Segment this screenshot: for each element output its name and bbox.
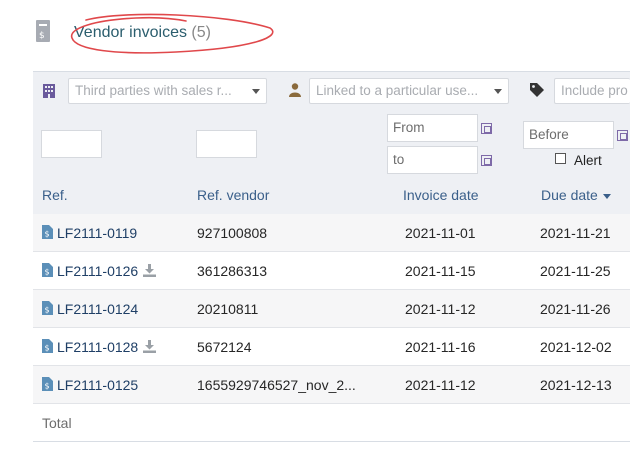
invoice-doc-icon[interactable]: $ (42, 301, 53, 315)
tag-filter-select[interactable]: Include pro (554, 78, 630, 104)
building-icon (43, 84, 55, 98)
invoice-doc-icon[interactable]: $ (42, 377, 53, 391)
user-filter-select[interactable]: Linked to a particular use... (309, 78, 509, 104)
invoice-doc-icon[interactable]: $ (42, 263, 53, 277)
invoice-ref-link[interactable]: LF2111-0126 (57, 263, 138, 279)
invoice-doc-icon[interactable]: $ (42, 225, 53, 239)
calendar-icon[interactable] (481, 155, 492, 166)
ref-vendor-cell: 927100808 (197, 225, 268, 241)
column-due-date[interactable]: Due date (541, 187, 611, 203)
alert-label: Alert (574, 153, 602, 168)
invoice-ref-link[interactable]: LF2111-0119 (57, 225, 137, 241)
thirdparty-filter-select[interactable]: Third parties with sales r... (68, 78, 267, 104)
ref-vendor-cell: 20210811 (197, 301, 259, 317)
invoice-date-cell: 2021-11-15 (405, 263, 476, 279)
table-row: $ LF2111-0125 1655929746527_nov_2... 2021-1… (33, 366, 630, 404)
column-header-row: Ref. Ref. vendor Invoice date Due date (33, 176, 630, 214)
column-ref[interactable]: Ref. (42, 187, 68, 203)
user-icon (289, 83, 301, 97)
table-row: $ LF2111-0124 20210811 2021-11-12 2021-11-26 (33, 290, 630, 328)
total-label: Total (42, 415, 72, 431)
calendar-icon[interactable] (481, 123, 492, 134)
invoice-doc-icon[interactable]: $ (42, 339, 53, 353)
invoice-date-to-input[interactable]: to (387, 146, 478, 174)
due-date-before-input[interactable]: Before (523, 121, 614, 149)
invoice-date-cell: 2021-11-01 (405, 225, 476, 241)
chevron-down-icon (252, 89, 260, 94)
calendar-icon[interactable] (617, 130, 628, 141)
ref-vendor-search-input[interactable] (196, 130, 257, 158)
chevron-down-icon (494, 89, 502, 94)
table-row: $ LF2111-0128 5672124 2021-11-16 2021-12-02 (33, 328, 630, 366)
due-date-cell: 2021-11-26 (540, 301, 611, 317)
due-date-cell: 2021-12-13 (540, 377, 612, 393)
due-date-before-placeholder: Before (529, 127, 569, 142)
invoice-date-from-input[interactable]: From (387, 114, 478, 142)
invoice-icon: $ (36, 20, 50, 42)
invoice-ref-link[interactable]: LF2111-0125 (57, 377, 138, 393)
table-row: $ LF2111-0126 361286313 2021-11-15 2021-11-2… (33, 252, 630, 290)
invoice-ref-link[interactable]: LF2111-0128 (57, 339, 138, 355)
ref-vendor-cell: 361286313 (197, 263, 268, 279)
column-invoice-date[interactable]: Invoice date (403, 187, 479, 203)
svg-text:$: $ (45, 344, 50, 353)
page-title-label: Vendor invoices (74, 24, 187, 41)
due-date-cell: 2021-11-21 (540, 225, 611, 241)
due-date-cell: 2021-12-02 (540, 339, 612, 355)
page-title-count: (5) (191, 24, 211, 41)
download-icon[interactable] (143, 340, 156, 353)
alert-checkbox[interactable] (555, 153, 566, 164)
page-header: $ Vendor invoices (5) (32, 13, 274, 54)
table-row: $ LF2111-0119 927100808 2021-11-01 2021-11-2… (33, 214, 630, 252)
svg-text:$: $ (45, 382, 50, 391)
invoice-date-cell: 2021-11-12 (405, 301, 476, 317)
invoice-date-to-placeholder: to (393, 152, 405, 167)
invoice-date-cell: 2021-11-12 (405, 377, 476, 393)
total-row: Total (33, 404, 630, 442)
ref-search-input[interactable] (41, 130, 102, 158)
svg-text:$: $ (45, 268, 50, 277)
tag-filter-placeholder: Include pro (561, 83, 628, 98)
invoice-table: Third parties with sales r... Linked to … (33, 71, 630, 442)
column-due-date-label: Due date (541, 187, 598, 203)
svg-text:$: $ (45, 230, 50, 239)
svg-text:$: $ (45, 306, 50, 315)
ref-vendor-cell: 1655929746527_nov_2... (197, 377, 356, 393)
svg-text:$: $ (39, 31, 45, 41)
tag-icon (530, 83, 544, 97)
sort-desc-icon[interactable] (602, 193, 611, 199)
column-ref-vendor[interactable]: Ref. vendor (197, 187, 269, 203)
due-date-cell: 2021-11-25 (540, 263, 611, 279)
invoice-ref-link[interactable]: LF2111-0124 (57, 301, 138, 317)
page-title[interactable]: Vendor invoices (5) (74, 24, 211, 42)
invoice-date-from-placeholder: From (393, 120, 425, 135)
user-filter-placeholder: Linked to a particular use... (316, 83, 479, 98)
download-icon[interactable] (143, 264, 156, 277)
invoice-date-cell: 2021-11-16 (405, 339, 476, 355)
thirdparty-filter-placeholder: Third parties with sales r... (75, 83, 232, 98)
ref-vendor-cell: 5672124 (197, 339, 252, 355)
